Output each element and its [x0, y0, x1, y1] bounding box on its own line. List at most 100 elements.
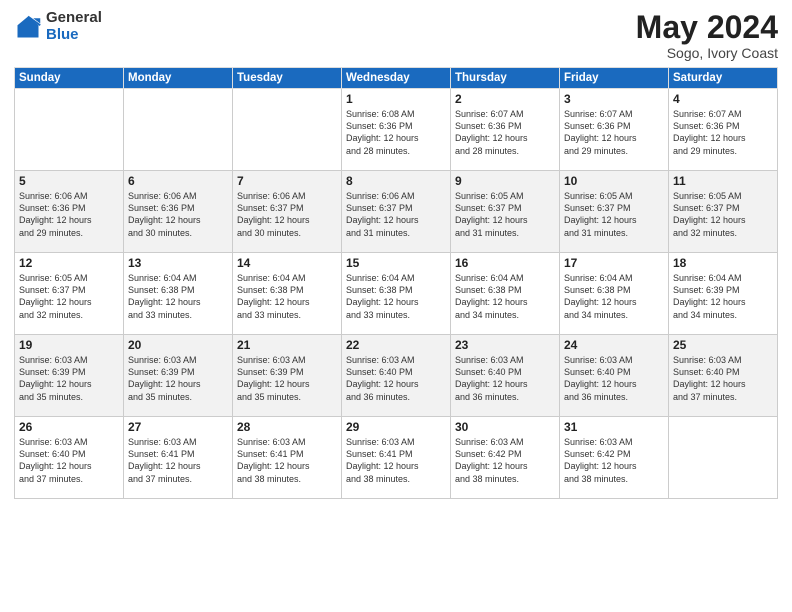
table-cell: 23 Sunrise: 6:03 AM Sunset: 6:40 PM Dayli…: [451, 335, 560, 417]
day-number: 29: [346, 420, 446, 434]
day-info: Sunrise: 6:07 AM Sunset: 6:36 PM Dayligh…: [455, 108, 555, 157]
table-cell: [15, 89, 124, 171]
day-number: 9: [455, 174, 555, 188]
week-row-1: 5 Sunrise: 6:06 AM Sunset: 6:36 PM Daylig…: [15, 171, 778, 253]
logo-text: General Blue: [46, 10, 102, 43]
week-row-3: 19Sunrise: 6:03 AM Sunset: 6:39 PM Dayli…: [15, 335, 778, 417]
table-cell: 6 Sunrise: 6:06 AM Sunset: 6:36 PM Daylig…: [124, 171, 233, 253]
table-cell: 17 Sunrise: 6:04 AM Sunset: 6:38 PM Dayli…: [560, 253, 669, 335]
day-number: 12: [19, 256, 119, 270]
day-info: Sunrise: 6:06 AM Sunset: 6:36 PM Dayligh…: [19, 190, 119, 239]
day-number: 15: [346, 256, 446, 270]
title-block: May 2024 Sogo, Ivory Coast: [636, 10, 778, 61]
day-info: Sunrise: 6:05 AM Sunset: 6:37 PM Dayligh…: [673, 190, 773, 239]
table-cell: 12 Sunrise: 6:05 AM Sunset: 6:37 PM Dayli…: [15, 253, 124, 335]
day-number: 21: [237, 338, 337, 352]
table-cell: 31 Sunrise: 6:03 AM Sunset: 6:42 PM Dayli…: [560, 417, 669, 499]
day-number: 16: [455, 256, 555, 270]
day-number: 20: [128, 338, 228, 352]
day-info: Sunrise: 6:03 AM Sunset: 6:42 PM Dayligh…: [564, 436, 664, 485]
day-number: 26: [19, 420, 119, 434]
day-number: 10: [564, 174, 664, 188]
logo-blue-text: Blue: [46, 27, 102, 44]
day-info: Sunrise: 6:04 AM Sunset: 6:38 PM Dayligh…: [455, 272, 555, 321]
week-row-0: 1 Sunrise: 6:08 AM Sunset: 6:36 PM Daylig…: [15, 89, 778, 171]
table-cell: 3Sunrise: 6:07 AM Sunset: 6:36 PM Daylig…: [560, 89, 669, 171]
day-number: 24: [564, 338, 664, 352]
day-info: Sunrise: 6:06 AM Sunset: 6:36 PM Dayligh…: [128, 190, 228, 239]
week-row-4: 26 Sunrise: 6:03 AM Sunset: 6:40 PM Dayli…: [15, 417, 778, 499]
day-number: 7: [237, 174, 337, 188]
day-number: 4: [673, 92, 773, 106]
week-row-2: 12 Sunrise: 6:05 AM Sunset: 6:37 PM Dayli…: [15, 253, 778, 335]
day-number: 31: [564, 420, 664, 434]
table-cell: 5 Sunrise: 6:06 AM Sunset: 6:36 PM Daylig…: [15, 171, 124, 253]
day-number: 17: [564, 256, 664, 270]
day-info: Sunrise: 6:03 AM Sunset: 6:40 PM Dayligh…: [455, 354, 555, 403]
table-cell: 11 Sunrise: 6:05 AM Sunset: 6:37 PM Dayli…: [669, 171, 778, 253]
day-info: Sunrise: 6:05 AM Sunset: 6:37 PM Dayligh…: [19, 272, 119, 321]
table-cell: 26 Sunrise: 6:03 AM Sunset: 6:40 PM Dayli…: [15, 417, 124, 499]
col-sunday: Sunday: [15, 68, 124, 89]
table-cell: 14Sunrise: 6:04 AM Sunset: 6:38 PM Dayli…: [233, 253, 342, 335]
day-number: 18: [673, 256, 773, 270]
logo-icon: [14, 13, 42, 41]
day-number: 27: [128, 420, 228, 434]
day-info: Sunrise: 6:08 AM Sunset: 6:36 PM Dayligh…: [346, 108, 446, 157]
day-info: Sunrise: 6:03 AM Sunset: 6:39 PM Dayligh…: [19, 354, 119, 403]
table-cell: 15Sunrise: 6:04 AM Sunset: 6:38 PM Dayli…: [342, 253, 451, 335]
day-number: 3: [564, 92, 664, 106]
day-info: Sunrise: 6:04 AM Sunset: 6:38 PM Dayligh…: [564, 272, 664, 321]
day-info: Sunrise: 6:04 AM Sunset: 6:38 PM Dayligh…: [128, 272, 228, 321]
table-cell: [233, 89, 342, 171]
day-info: Sunrise: 6:03 AM Sunset: 6:40 PM Dayligh…: [564, 354, 664, 403]
table-cell: 13 Sunrise: 6:04 AM Sunset: 6:38 PM Dayli…: [124, 253, 233, 335]
table-cell: 27 Sunrise: 6:03 AM Sunset: 6:41 PM Dayli…: [124, 417, 233, 499]
col-friday: Friday: [560, 68, 669, 89]
day-info: Sunrise: 6:04 AM Sunset: 6:38 PM Dayligh…: [237, 272, 337, 321]
table-cell: 2 Sunrise: 6:07 AM Sunset: 6:36 PM Daylig…: [451, 89, 560, 171]
main-title: May 2024: [636, 10, 778, 45]
subtitle: Sogo, Ivory Coast: [636, 45, 778, 61]
table-cell: 18 Sunrise: 6:04 AM Sunset: 6:39 PM Dayli…: [669, 253, 778, 335]
day-info: Sunrise: 6:07 AM Sunset: 6:36 PM Dayligh…: [673, 108, 773, 157]
day-number: 25: [673, 338, 773, 352]
day-info: Sunrise: 6:06 AM Sunset: 6:37 PM Dayligh…: [346, 190, 446, 239]
day-info: Sunrise: 6:05 AM Sunset: 6:37 PM Dayligh…: [564, 190, 664, 239]
day-number: 13: [128, 256, 228, 270]
table-cell: 29Sunrise: 6:03 AM Sunset: 6:41 PM Dayli…: [342, 417, 451, 499]
table-cell: 19Sunrise: 6:03 AM Sunset: 6:39 PM Dayli…: [15, 335, 124, 417]
day-info: Sunrise: 6:03 AM Sunset: 6:41 PM Dayligh…: [237, 436, 337, 485]
table-cell: 28 Sunrise: 6:03 AM Sunset: 6:41 PM Dayli…: [233, 417, 342, 499]
table-cell: 8 Sunrise: 6:06 AM Sunset: 6:37 PM Daylig…: [342, 171, 451, 253]
day-info: Sunrise: 6:03 AM Sunset: 6:42 PM Dayligh…: [455, 436, 555, 485]
day-number: 23: [455, 338, 555, 352]
table-cell: [669, 417, 778, 499]
day-info: Sunrise: 6:03 AM Sunset: 6:40 PM Dayligh…: [673, 354, 773, 403]
day-number: 6: [128, 174, 228, 188]
table-cell: 4 Sunrise: 6:07 AM Sunset: 6:36 PM Daylig…: [669, 89, 778, 171]
day-info: Sunrise: 6:04 AM Sunset: 6:39 PM Dayligh…: [673, 272, 773, 321]
table-cell: 7 Sunrise: 6:06 AM Sunset: 6:37 PM Daylig…: [233, 171, 342, 253]
day-number: 2: [455, 92, 555, 106]
day-info: Sunrise: 6:03 AM Sunset: 6:39 PM Dayligh…: [128, 354, 228, 403]
day-number: 1: [346, 92, 446, 106]
header: General Blue May 2024 Sogo, Ivory Coast: [14, 10, 778, 61]
day-info: Sunrise: 6:03 AM Sunset: 6:40 PM Dayligh…: [19, 436, 119, 485]
col-tuesday: Tuesday: [233, 68, 342, 89]
page: General Blue May 2024 Sogo, Ivory Coast …: [0, 0, 792, 612]
day-number: 11: [673, 174, 773, 188]
table-cell: 21 Sunrise: 6:03 AM Sunset: 6:39 PM Dayli…: [233, 335, 342, 417]
day-number: 28: [237, 420, 337, 434]
day-number: 5: [19, 174, 119, 188]
day-info: Sunrise: 6:03 AM Sunset: 6:41 PM Dayligh…: [128, 436, 228, 485]
table-cell: 22Sunrise: 6:03 AM Sunset: 6:40 PM Dayli…: [342, 335, 451, 417]
day-number: 8: [346, 174, 446, 188]
day-info: Sunrise: 6:03 AM Sunset: 6:39 PM Dayligh…: [237, 354, 337, 403]
col-thursday: Thursday: [451, 68, 560, 89]
table-cell: 16 Sunrise: 6:04 AM Sunset: 6:38 PM Dayli…: [451, 253, 560, 335]
logo: General Blue: [14, 10, 102, 43]
table-cell: 24 Sunrise: 6:03 AM Sunset: 6:40 PM Dayli…: [560, 335, 669, 417]
day-info: Sunrise: 6:06 AM Sunset: 6:37 PM Dayligh…: [237, 190, 337, 239]
col-monday: Monday: [124, 68, 233, 89]
